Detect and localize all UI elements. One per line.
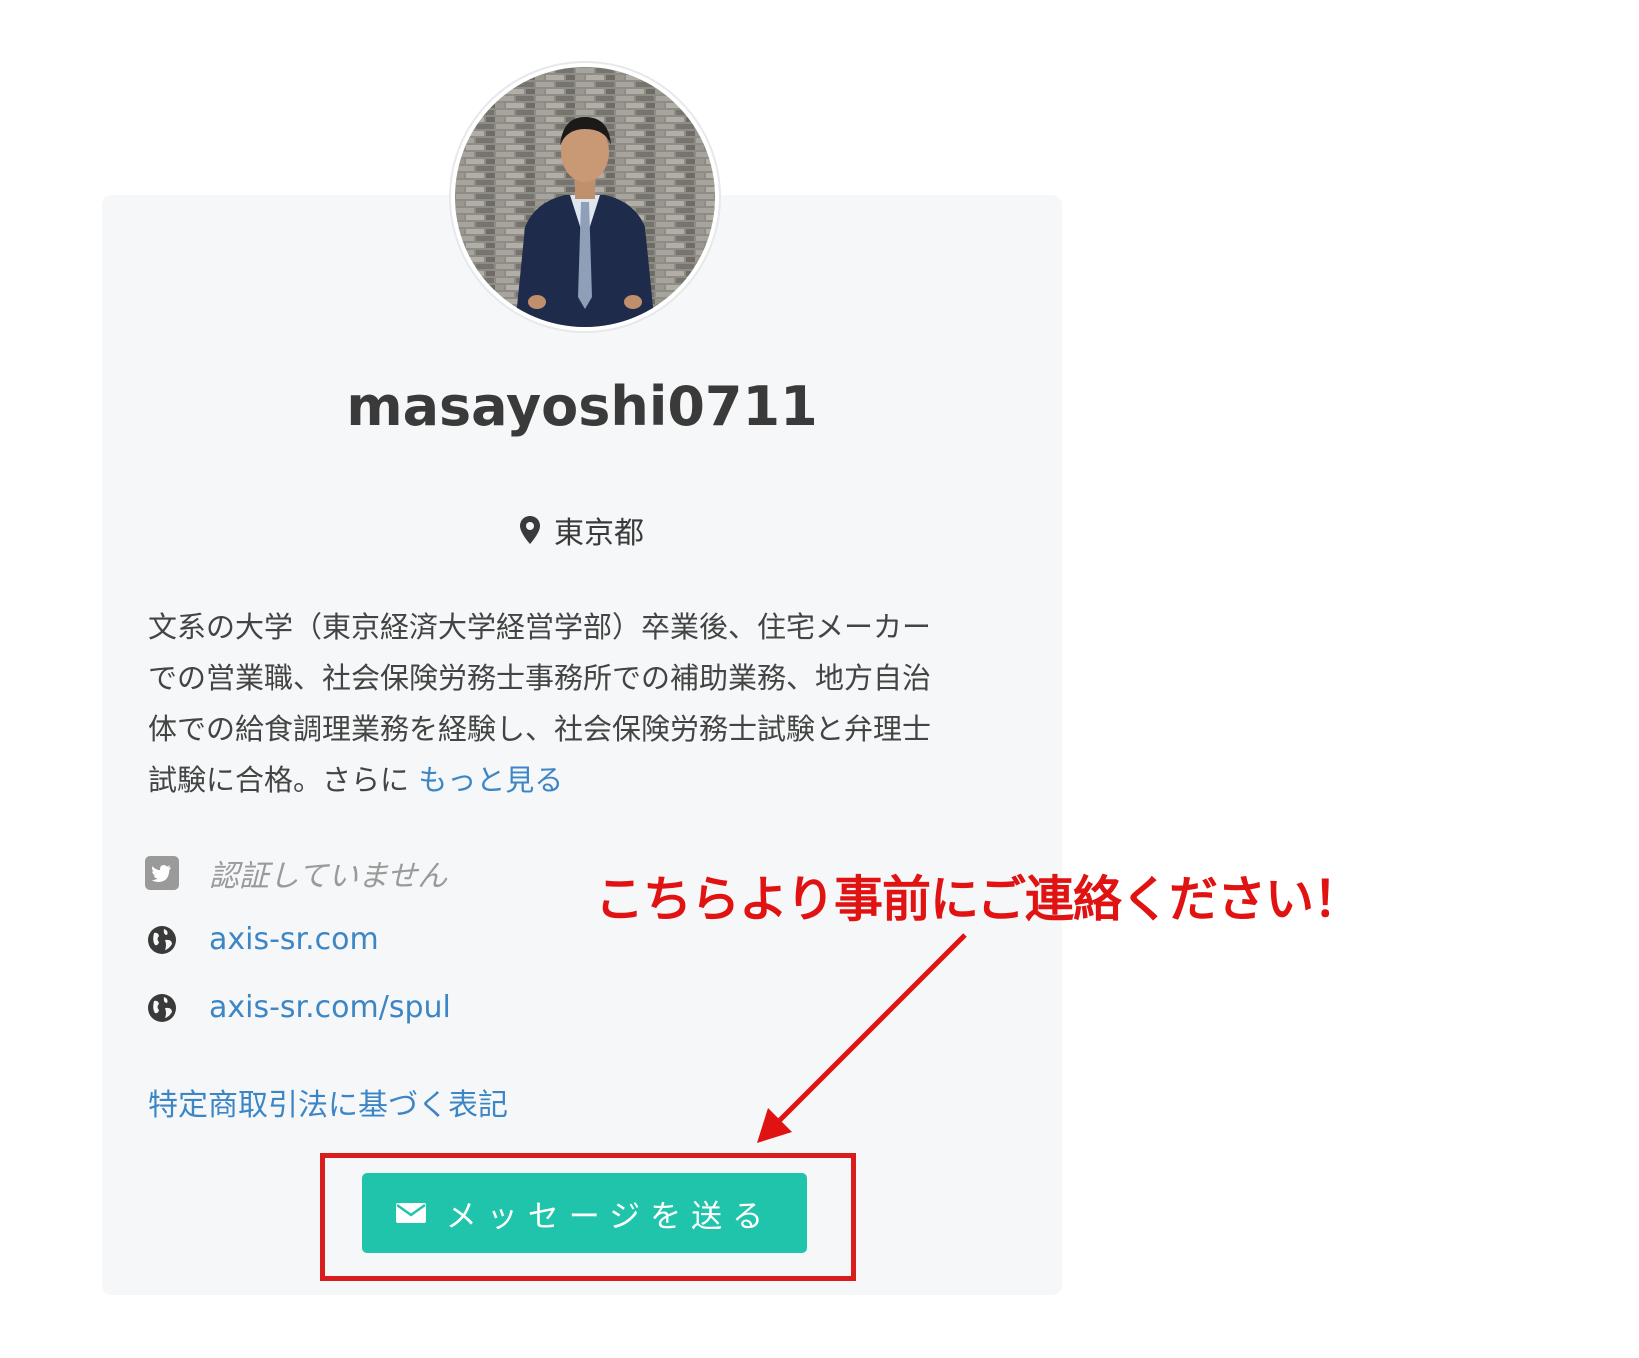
- website-link[interactable]: axis-sr.com/spul: [209, 990, 451, 1025]
- website-row: axis-sr.com/spul: [145, 990, 451, 1025]
- twitter-row: 認証していません: [145, 851, 447, 895]
- avatar: [449, 61, 721, 333]
- more-link[interactable]: もっと見る: [418, 763, 563, 797]
- bio-line: での営業職、社会保険労務士事務所での補助業務、地方自治: [148, 661, 932, 695]
- avatar-photo: [455, 67, 715, 327]
- globe-icon: [148, 993, 176, 1022]
- website-link[interactable]: axis-sr.com: [209, 922, 379, 957]
- send-message-button[interactable]: メッセージを送る: [362, 1173, 807, 1253]
- send-message-label: メッセージを送る: [445, 1198, 774, 1235]
- location-text: 東京都: [554, 516, 644, 551]
- location: 東京都: [102, 508, 1062, 552]
- bio: 文系の大学（東京経済大学経営学部）卒業後、住宅メーカー での営業職、社会保険労務…: [148, 602, 1028, 806]
- website-row: axis-sr.com: [145, 922, 379, 957]
- bio-line: 試験に合格。さらに: [148, 763, 419, 797]
- bio-last-line: 試験に合格。さらに もっと見る: [148, 755, 1028, 806]
- legal-notice-link[interactable]: 特定商取引法に基づく表記: [148, 1080, 508, 1124]
- annotation-text: こちらより事前にご連絡ください！: [595, 871, 1362, 928]
- globe-icon: [148, 925, 176, 954]
- twitter-status: 認証していません: [209, 859, 448, 894]
- map-pin-icon: [520, 516, 540, 544]
- envelope-icon: [395, 1203, 426, 1223]
- bio-line: 文系の大学（東京経済大学経営学部）卒業後、住宅メーカー: [148, 610, 932, 644]
- bio-line: 体での給食調理業務を経験し、社会保険労務士試験と弁理士: [148, 712, 932, 746]
- twitter-icon: [145, 856, 179, 890]
- username: masayoshi0711: [346, 375, 818, 438]
